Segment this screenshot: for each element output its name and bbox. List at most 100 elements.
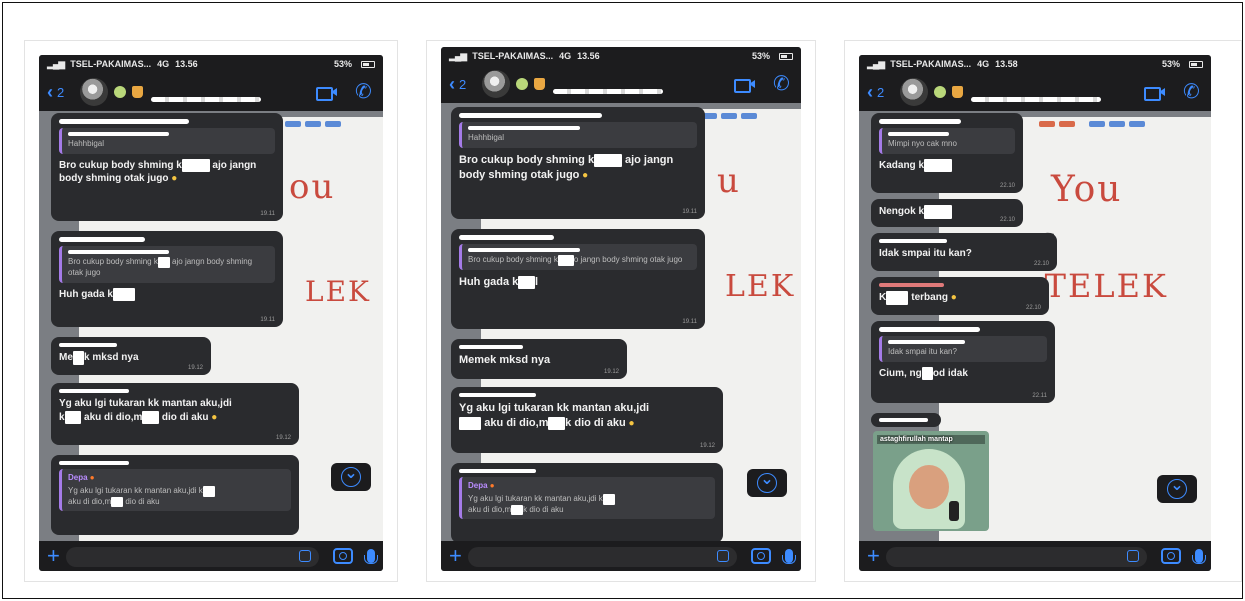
quoted-message[interactable]: Mimpi nyo cak mno [879,128,1015,154]
message-bubble[interactable]: Memek mksd nya 19.12 [451,339,627,379]
redacted-contact-name[interactable] [151,96,262,102]
plus-icon[interactable]: + [47,545,60,567]
message-bubble[interactable]: Kxxxx terbang ● 22.10 [871,277,1049,315]
emoji-icon [114,86,127,98]
back-count[interactable]: 2 [459,77,466,92]
clock: 13.56 [175,59,198,69]
chat-area[interactable]: I u LEK Hahhbigal Bro cukup body shming … [441,103,801,541]
battery-label: 53% [333,59,352,69]
signal-icon: ▂▄▆ [47,58,65,69]
handwriting: LEK [725,269,796,304]
redacted-contact-name[interactable] [553,88,664,94]
back-arrow-icon[interactable]: ‹ [47,82,53,103]
camera-icon[interactable] [1161,548,1181,564]
camera-icon[interactable] [751,548,771,564]
plus-icon[interactable]: + [449,545,462,567]
video-call-icon[interactable] [1143,81,1165,103]
figure-frame: ▂▄▆ TSEL-PAKAIMAS... 4G 13.56 53% ‹ 2 ✆ … [2,2,1243,599]
emoji-icon [934,86,947,98]
quoted-message[interactable]: Hahhbigal [459,122,697,148]
message-input[interactable] [65,546,319,567]
scroll-down-button[interactable] [747,469,787,497]
sticker-image[interactable]: astaghfirullah mantap [873,431,989,531]
message-bubble[interactable]: Depa ● Yg aku lgi tukaran kk mantan aku,… [51,455,299,535]
quoted-text: Yg aku lgi tukaran kk mantan aku,jdi k [68,485,203,495]
avatar[interactable] [80,78,109,106]
censored-word: xxx [111,496,124,508]
message-bubble[interactable]: Yg aku lgi tukaran kk mantan aku,jdi kxx… [51,383,299,445]
sticker-icon[interactable] [299,550,311,562]
scroll-down-button[interactable] [1157,475,1197,503]
censored-word: xxx [64,410,82,424]
message-bubble[interactable]: Hahhbigal Bro cukup body shming kxxxxx a… [451,107,705,219]
quoted-text: k dio di aku [523,504,564,514]
message-bubble[interactable]: Idak smpai itu kan? 22.10 [871,233,1057,271]
microphone-icon[interactable] [1192,549,1206,564]
censored-word: xxxx [557,255,574,266]
voice-call-icon[interactable] [771,71,793,96]
message-time: 19.11 [260,316,275,323]
quoted-message[interactable]: Depa ● Yg aku lgi tukaran kk mantan aku,… [459,477,715,520]
message-time: 19.12 [699,442,715,449]
censored-word: xxx [518,275,535,290]
message-bubble[interactable]: Yg aku lgi tukaran kk mantan aku,jdi xxx… [451,387,723,453]
message-bubble[interactable]: Idak smpai itu kan? Cium, ngxxod idak 22… [871,321,1055,403]
message-bubble[interactable]: Depa ● Yg aku lgi tukaran kk mantan aku,… [451,463,723,541]
carrier-label: TSEL-PAKAIMAS... [472,51,554,61]
wb-tag [721,113,737,119]
avatar[interactable] [482,70,511,98]
wb-tag [305,121,321,127]
quoted-message[interactable]: Idak smpai itu kan? [879,336,1047,362]
handwriting: LEK [305,275,371,308]
handwriting: u [717,161,741,201]
microphone-icon[interactable] [364,549,378,564]
sticker-icon[interactable] [717,550,729,562]
message-input[interactable] [885,546,1147,567]
message-text: k mksd nya [84,352,139,363]
phone-screen-1: ▂▄▆ TSEL-PAKAIMAS... 4G 13.56 53% ‹ 2 ✆ … [39,55,383,571]
camera-icon[interactable] [333,548,353,564]
quoted-message[interactable]: Hahhbigal [59,128,275,154]
quoted-message[interactable]: Bro cukup body shming kxxxxo jangn body … [459,244,697,270]
message-bubble[interactable]: Hahhbigal Bro cukup body shming kxxxxx a… [51,113,283,221]
message-bubble[interactable]: Mexxk mksd nya 19.12 [51,337,211,375]
back-arrow-icon[interactable]: ‹ [867,82,873,103]
quoted-message[interactable]: Bro cukup body shming kxxx ajo jangn bod… [59,246,275,283]
avatar[interactable] [900,78,929,106]
microphone-icon[interactable] [782,549,796,564]
message-text: Bro cukup body shming k [59,159,182,171]
message-input[interactable] [467,546,737,567]
message-time: 19.11 [682,318,697,325]
clock: 13.56 [577,51,600,61]
message-bubble[interactable]: Bro cukup body shming kxxx ajo jangn bod… [51,231,283,327]
quoted-text: Bro cukup body shming k [468,255,558,264]
message-text: Yg aku lgi tukaran kk mantan aku,jdi [459,402,650,414]
back-count[interactable]: 2 [57,85,64,100]
video-call-icon[interactable] [733,73,755,95]
redacted-contact-name[interactable] [971,96,1102,102]
censored-word: xxx [142,410,160,424]
carrier-label: TSEL-PAKAIMAS... [70,59,152,69]
back-count[interactable]: 2 [877,85,884,100]
plus-icon[interactable]: + [867,545,880,567]
chat-area[interactable]: I You S -TELEK Mimpi nyo cak mno Kadang … [859,111,1211,541]
redacted-sender [879,327,980,332]
chat-area[interactable]: I ou LEK Hahhbigal Bro cukup body shming… [39,111,383,541]
message-bubble[interactable]: Mimpi nyo cak mno Kadang kxxxxx 22.10 [871,113,1023,193]
redacted-sender [879,418,928,422]
message-bubble[interactable]: Nengok kxxxxx 22.10 [871,199,1023,227]
censored-word: xx [921,366,933,381]
message-text: Kadang k [879,159,925,171]
scroll-down-button[interactable] [331,463,371,491]
voice-call-icon[interactable] [1181,79,1203,104]
message-text: Huh gada k [59,288,113,300]
sticker-icon[interactable] [1127,550,1139,562]
back-arrow-icon[interactable]: ‹ [449,74,455,95]
quoted-message[interactable]: Depa ● Yg aku lgi tukaran kk mantan aku,… [59,469,291,512]
message-text: Bro cukup body shming k [459,153,595,166]
voice-call-icon[interactable] [353,79,375,104]
emoji-icon [516,78,529,90]
screenshot-card-1: ▂▄▆ TSEL-PAKAIMAS... 4G 13.56 53% ‹ 2 ✆ … [25,41,397,581]
message-bubble[interactable]: Bro cukup body shming kxxxxo jangn body … [451,229,705,329]
video-call-icon[interactable] [315,81,337,103]
